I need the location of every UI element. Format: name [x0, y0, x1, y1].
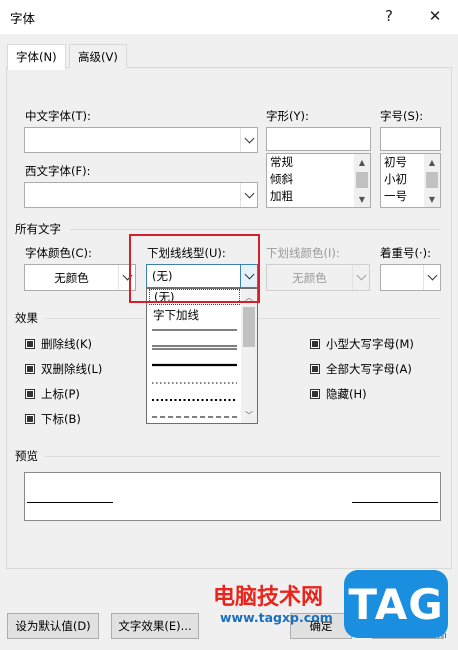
- strikethrough-checkbox[interactable]: 删除线(K): [25, 336, 92, 352]
- underline-styles-preview[interactable]: [149, 325, 240, 423]
- chevron-down-icon[interactable]: [240, 183, 257, 207]
- superscript-checkbox[interactable]: 上标(P): [25, 386, 80, 402]
- chevron-down-icon: [352, 265, 369, 290]
- checkbox-label: 上标(P): [41, 387, 80, 401]
- checkbox-icon[interactable]: [25, 414, 35, 424]
- scroll-thumb[interactable]: [243, 307, 255, 347]
- chinese-font-label: 中文字体(T):: [25, 109, 91, 123]
- checkbox-icon[interactable]: [310, 339, 320, 349]
- highlight-box: [129, 234, 260, 303]
- checkbox-label: 小型大写字母(M): [326, 337, 414, 351]
- tab-advanced[interactable]: 高级(V): [69, 44, 127, 69]
- checkbox-icon[interactable]: [25, 389, 35, 399]
- preview-line-right: [352, 502, 438, 503]
- checkbox-icon[interactable]: [310, 364, 320, 374]
- style-list-scrollbar[interactable]: ▲ ▼: [354, 154, 370, 207]
- dialog-title: 字体: [10, 11, 36, 26]
- watermark-badge-text: TAG: [348, 579, 444, 629]
- style-input[interactable]: [266, 127, 371, 151]
- checkbox-label: 双删除线(L): [41, 362, 103, 376]
- effects-section-label: 效果: [15, 311, 38, 325]
- scroll-down-icon[interactable]: ▼: [354, 191, 370, 207]
- section-divider: [45, 456, 440, 457]
- checkbox-label: 隐藏(H): [326, 387, 367, 401]
- scroll-up-icon[interactable]: ▲: [354, 154, 370, 170]
- emphasis-value: [381, 265, 423, 290]
- section-divider: [70, 229, 440, 230]
- checkbox-label: 删除线(K): [41, 337, 93, 351]
- tab-font[interactable]: 字体(N): [7, 44, 66, 70]
- section-divider: [258, 318, 440, 319]
- emphasis-label: 着重号(·):: [380, 246, 432, 260]
- chinese-font-combo[interactable]: [24, 127, 258, 153]
- western-font-label: 西文字体(F):: [25, 164, 91, 178]
- help-button[interactable]: ?: [376, 4, 402, 28]
- underline-type-dropdown[interactable]: (无) 字下加线 ︿ ﹀: [146, 288, 258, 424]
- checkbox-icon[interactable]: [25, 364, 35, 374]
- section-divider: [45, 318, 145, 319]
- watermark-badge: TAG: [344, 570, 448, 638]
- chinese-font-value: [25, 128, 240, 152]
- size-label: 字号(S):: [380, 109, 424, 123]
- scroll-thumb[interactable]: [356, 172, 368, 188]
- preview-box: [24, 472, 441, 521]
- all-text-section-label: 所有文字: [15, 222, 61, 236]
- preview-line-left: [27, 502, 113, 503]
- dropdown-item-word-underline[interactable]: 字下加线: [149, 307, 240, 324]
- scroll-up-icon[interactable]: ▲: [424, 154, 440, 170]
- text-effects-button[interactable]: 文字效果(E)...: [111, 613, 199, 639]
- watermark-site-text: 电脑技术网: [213, 585, 324, 610]
- chevron-down-icon[interactable]: [240, 128, 257, 152]
- small-caps-checkbox[interactable]: 小型大写字母(M): [310, 336, 414, 352]
- subscript-checkbox[interactable]: 下标(B): [25, 411, 81, 427]
- double-strikethrough-checkbox[interactable]: 双删除线(L): [25, 361, 102, 377]
- checkbox-icon[interactable]: [25, 339, 35, 349]
- hidden-checkbox[interactable]: 隐藏(H): [310, 386, 367, 402]
- preview-section-label: 预览: [15, 449, 38, 463]
- size-input[interactable]: [380, 127, 441, 151]
- underline-color-value: 无颜色: [292, 270, 327, 285]
- scroll-down-icon[interactable]: ▼: [424, 191, 440, 207]
- set-default-button[interactable]: 设为默认值(D): [7, 613, 99, 639]
- underline-color-combo: 无颜色: [266, 264, 370, 291]
- font-color-label: 字体颜色(C):: [25, 246, 92, 260]
- western-font-value: [25, 183, 240, 207]
- watermark-url: www.tagxp.com: [220, 610, 333, 625]
- all-caps-checkbox[interactable]: 全部大写字母(A): [310, 361, 412, 377]
- western-font-combo[interactable]: [24, 182, 258, 208]
- underline-color-label: 下划线颜色(I):: [266, 246, 340, 260]
- dropdown-scrollbar[interactable]: ︿ ﹀: [241, 289, 257, 423]
- size-list-scrollbar[interactable]: ▲ ▼: [424, 154, 440, 207]
- checkbox-label: 下标(B): [41, 412, 81, 426]
- scroll-thumb[interactable]: [426, 172, 438, 188]
- style-list[interactable]: 常规 倾斜 加粗 ▲ ▼: [266, 153, 371, 208]
- scroll-down-icon[interactable]: ﹀: [241, 407, 257, 423]
- style-label: 字形(Y):: [266, 109, 309, 123]
- close-button[interactable]: ✕: [422, 4, 448, 28]
- chevron-down-icon[interactable]: [423, 265, 440, 290]
- emphasis-combo[interactable]: [380, 264, 441, 291]
- font-color-combo[interactable]: 无颜色: [24, 264, 136, 291]
- checkbox-label: 全部大写字母(A): [326, 362, 412, 376]
- size-list[interactable]: 初号 小初 一号 ▲ ▼: [380, 153, 441, 208]
- checkbox-icon[interactable]: [310, 389, 320, 399]
- font-color-value: 无颜色: [54, 270, 89, 285]
